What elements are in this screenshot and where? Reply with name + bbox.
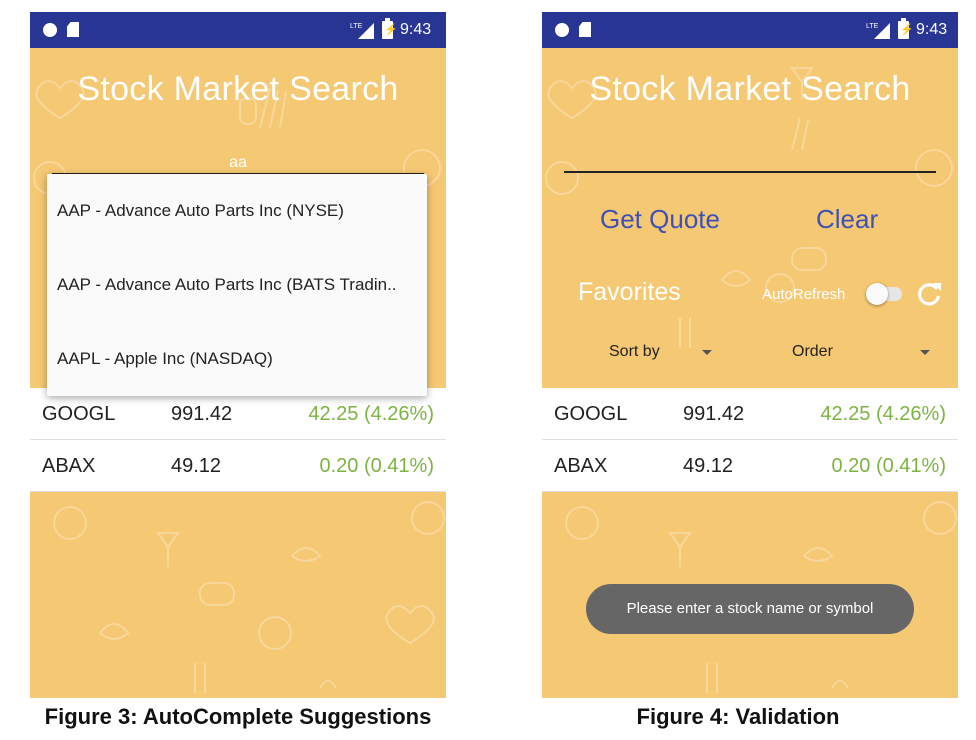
suggestion-item[interactable]: AAPL - Apple Inc (NASDAQ)	[47, 322, 427, 396]
figure-3-caption: Figure 3: AutoComplete Suggestions	[44, 704, 432, 729]
lte-signal-icon: LTE	[866, 23, 890, 39]
notification-dot-icon	[43, 23, 57, 37]
notification-dot-icon	[555, 23, 569, 37]
phone-screen-validation: LTE ⚡ 9:43 Stock Market Search Get Quote…	[542, 12, 958, 698]
favorites-table: GOOGL 991.42 42.25 (4.26%) ABAX 49.12 0.…	[30, 388, 446, 492]
app-title: Stock Market Search	[589, 70, 911, 108]
autorefresh-toggle[interactable]	[866, 283, 902, 305]
suggestion-item[interactable]: AAP - Advance Auto Parts Inc (NYSE)	[47, 174, 427, 248]
stock-symbol: ABAX	[554, 455, 608, 477]
table-row[interactable]: ABAX 49.12 0.20 (0.41%)	[542, 440, 958, 492]
lte-signal-icon: LTE	[350, 23, 374, 39]
search-input[interactable]: aa	[30, 154, 446, 172]
get-quote-button[interactable]: Get Quote	[600, 204, 720, 235]
sort-by-dropdown[interactable]: Sort by	[609, 343, 660, 361]
stock-price: 49.12	[171, 455, 222, 477]
clear-button[interactable]: Clear	[816, 204, 878, 235]
status-bar: LTE ⚡ 9:43	[30, 12, 446, 48]
toggle-knob	[866, 283, 888, 305]
search-input[interactable]	[564, 171, 936, 173]
sort-by-arrow-icon	[702, 350, 712, 355]
stock-change: 0.20 (0.41%)	[319, 455, 434, 477]
validation-toast: Please enter a stock name or symbol	[586, 584, 914, 634]
autorefresh-label: AutoRefresh	[762, 286, 846, 303]
table-row[interactable]: ABAX 49.12 0.20 (0.41%)	[30, 440, 446, 492]
order-dropdown[interactable]: Order	[792, 343, 833, 361]
phone-screen-autocomplete: LTE ⚡ 9:43 Stock Market Search aa GOOGL …	[30, 12, 446, 698]
refresh-icon[interactable]	[915, 280, 943, 308]
figure-4-caption: Figure 4: Validation	[636, 704, 840, 729]
status-time: 9:43	[400, 21, 432, 38]
status-time: 9:43	[916, 21, 948, 38]
stock-price: 49.12	[683, 455, 734, 477]
favorites-label: Favorites	[578, 278, 681, 306]
sd-card-icon	[579, 22, 591, 37]
order-arrow-icon	[920, 350, 930, 355]
favorites-table: GOOGL 991.42 42.25 (4.26%) ABAX 49.12 0.…	[542, 388, 958, 492]
stock-symbol: GOOGL	[554, 403, 628, 425]
stock-price: 991.42	[683, 403, 745, 425]
stock-symbol: ABAX	[42, 455, 96, 477]
battery-charging-icon: ⚡	[898, 18, 914, 39]
svg-text:LTE: LTE	[350, 23, 363, 30]
stock-change: 0.20 (0.41%)	[831, 455, 946, 477]
sd-card-icon	[67, 22, 79, 37]
app-title: Stock Market Search	[77, 70, 399, 108]
table-row[interactable]: GOOGL 991.42 42.25 (4.26%)	[542, 388, 958, 440]
svg-text:LTE: LTE	[866, 23, 879, 30]
status-bar: LTE ⚡ 9:43	[542, 12, 958, 48]
stock-change: 42.25 (4.26%)	[820, 403, 946, 425]
suggestion-item[interactable]: AAP - Advance Auto Parts Inc (BATS Tradi…	[47, 248, 427, 322]
battery-charging-icon: ⚡	[382, 18, 398, 39]
autocomplete-dropdown: AAP - Advance Auto Parts Inc (NYSE) AAP …	[47, 174, 427, 396]
